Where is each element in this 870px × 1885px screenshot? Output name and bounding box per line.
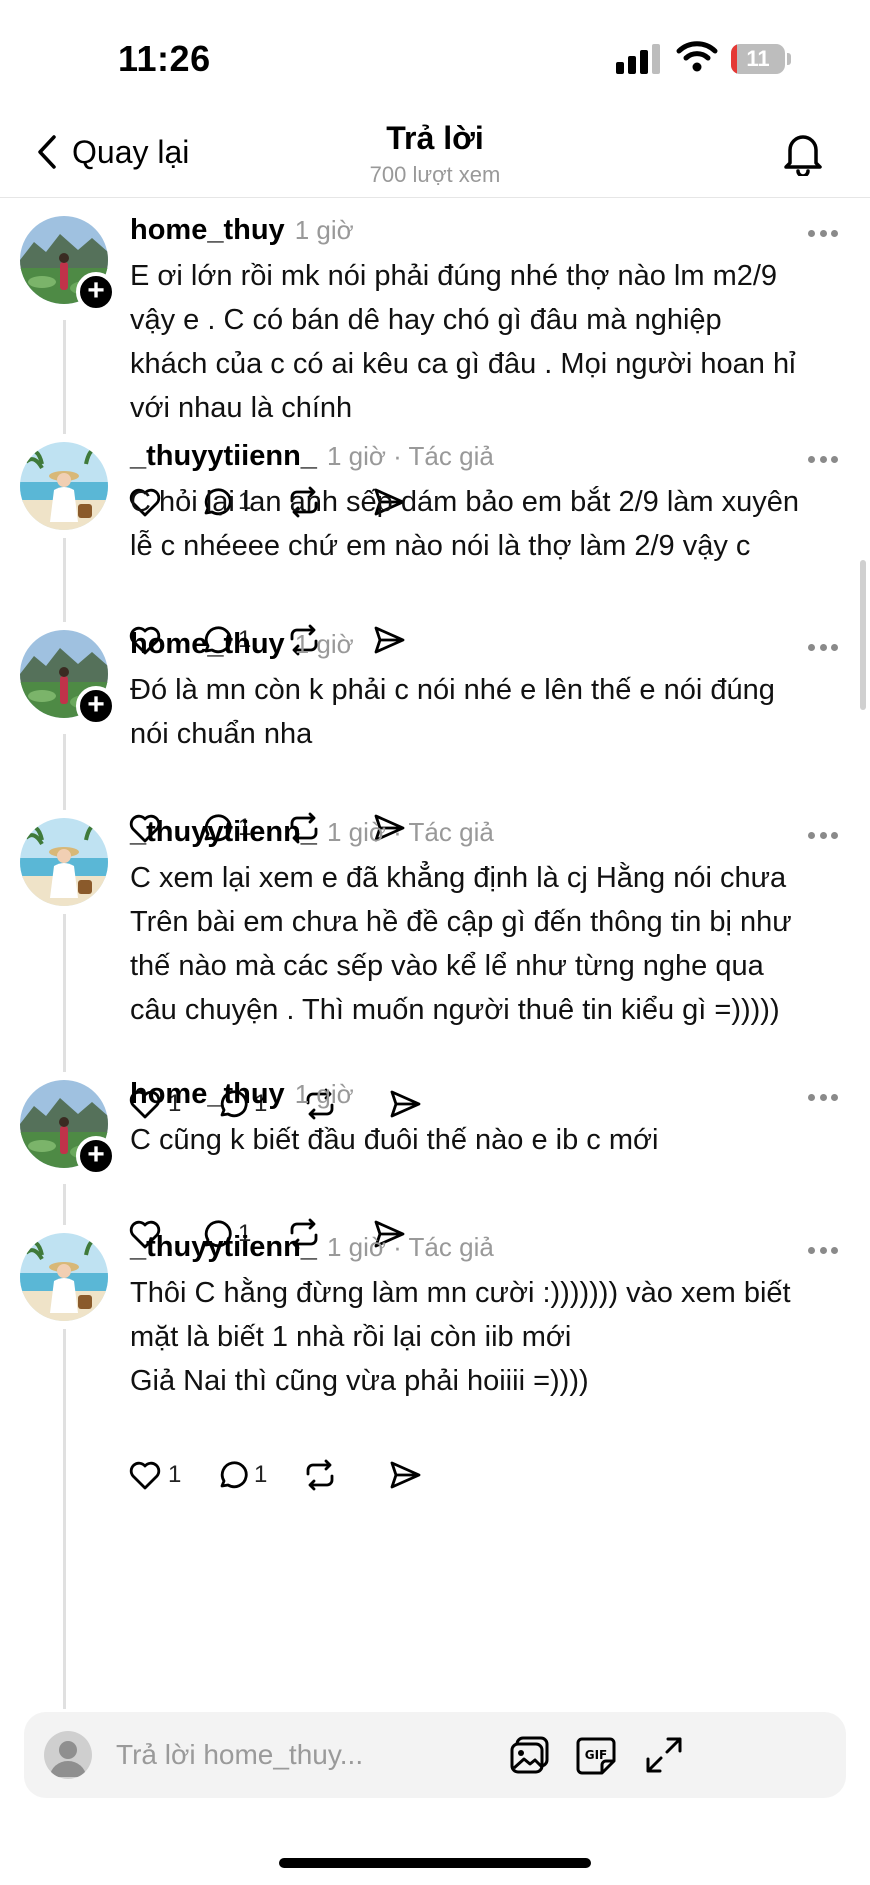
follow-plus-icon[interactable]: + <box>76 686 116 726</box>
cellular-signal-icon <box>616 44 662 74</box>
reply-composer: GIF <box>24 1712 846 1798</box>
svg-text:GIF: GIF <box>585 1748 608 1762</box>
post-actions: 11 <box>128 1455 448 1495</box>
post-header: home_thuy 1 giờ <box>130 628 354 661</box>
more-horizontal-icon[interactable] <box>808 1094 838 1104</box>
share-button[interactable] <box>388 1087 448 1121</box>
post-text-line: C xem lại xem e đã khẳng định là cj Hằng… <box>130 862 787 894</box>
avatar[interactable]: + <box>20 630 116 726</box>
post-text-line: Giả Nai thì cũng vừa phải hoiiii =)))) <box>130 1365 589 1397</box>
post-text-line: Đó là mn còn k phải c nói nhé e lên thế … <box>130 674 775 706</box>
scrollbar[interactable] <box>860 560 866 710</box>
gif-icon[interactable]: GIF <box>574 1733 618 1777</box>
post-text: C xem lại xem e đã khẳng định là cj Hằng… <box>130 856 842 1032</box>
post-text-line: vậy e . C có bán dê hay chó gì đâu mà ng… <box>130 304 722 336</box>
battery-icon: 11 <box>731 44 791 74</box>
more-horizontal-icon[interactable] <box>808 832 838 842</box>
like-count: 1 <box>168 1461 182 1488</box>
post-text-line: C cũng k biết đầu đuôi thế nào e ib c mớ… <box>130 1124 659 1156</box>
thread-connector <box>63 538 66 622</box>
username[interactable]: home_thuy <box>130 628 285 661</box>
avatar-image <box>20 1233 108 1321</box>
share-button[interactable] <box>372 623 432 657</box>
avatar[interactable] <box>20 442 108 530</box>
thread-connector <box>63 1184 66 1225</box>
avatar-image <box>20 442 108 530</box>
follow-plus-icon[interactable]: + <box>76 1136 116 1176</box>
nav-header: Quay lại Trả lời 700 lượt xem <box>0 110 870 198</box>
post-meta: 1 giờ <box>294 215 354 245</box>
reply-count: 1 <box>254 1461 268 1488</box>
follow-plus-icon[interactable]: + <box>76 272 116 312</box>
post-text-line: với nhau là chính <box>130 392 353 424</box>
post-text-line: mặt là biết 1 nhà rồi lại còn iib mới <box>130 1321 572 1353</box>
post-text: E ơi lớn rồi mk nói phải đúng nhé thợ nà… <box>130 254 842 430</box>
post-text-line: câu chuyện . Thì muốn người thuê tin kiể… <box>130 994 780 1026</box>
post-text-line: khách của c có ai kêu ca gì đâu . Mọi ng… <box>130 348 796 380</box>
share-button[interactable] <box>388 1458 448 1492</box>
post-meta: 1 giờ · Tác giả <box>326 441 494 471</box>
post-text-line: lễ c nhéeee chứ em nào nói là thợ làm 2/… <box>130 530 751 562</box>
post-header: home_thuy 1 giờ <box>130 1078 354 1111</box>
view-count: 700 lượt xem <box>369 162 501 187</box>
username[interactable]: _thuyytiienn_ <box>130 1231 317 1264</box>
send-icon <box>388 1458 422 1492</box>
post-meta: 1 giờ <box>294 629 354 659</box>
avatar[interactable] <box>20 1233 108 1321</box>
post-text-line: Thôi C hằng đừng làm mn cười :))))))) và… <box>130 1277 791 1309</box>
post-text: C cũng k biết đầu đuôi thế nào e ib c mớ… <box>130 1118 842 1162</box>
post-text-line: E ơi lớn rồi mk nói phải đúng nhé thợ nà… <box>130 260 778 292</box>
username[interactable]: _thuyytiienn_ <box>130 816 317 849</box>
thread-connector <box>63 320 66 434</box>
expand-icon[interactable] <box>642 1733 686 1777</box>
post-header: _thuyytiienn_ 1 giờ · Tác giả <box>130 440 494 473</box>
send-icon <box>372 623 406 657</box>
reply-thread: + home_thuy 1 giờ E ơi lớn rồi mk nói phải … <box>0 199 870 1709</box>
post-text: Thôi C hằng đừng làm mn cười :))))))) và… <box>130 1271 842 1403</box>
comment-icon <box>214 1458 248 1492</box>
send-icon <box>388 1087 422 1121</box>
post-text-line: nói chuẩn nha <box>130 718 313 750</box>
more-horizontal-icon[interactable] <box>808 230 838 240</box>
page-title: Trả lời <box>386 120 484 156</box>
more-horizontal-icon[interactable] <box>808 456 838 466</box>
reply-button[interactable]: 1 <box>214 1458 302 1492</box>
thread-connector <box>63 734 66 810</box>
home-indicator <box>279 1858 591 1868</box>
post-meta: 1 giờ <box>294 1079 354 1109</box>
repost-button[interactable] <box>302 1458 388 1492</box>
status-bar: 11:26 11 <box>0 0 870 110</box>
post-text-line: thế nào mà các sếp vào kể lể như từng ng… <box>130 950 764 982</box>
bell-icon[interactable] <box>780 130 826 176</box>
avatar[interactable]: + <box>20 1080 116 1176</box>
like-button[interactable]: 1 <box>128 1458 214 1492</box>
battery-percent: 11 <box>746 46 770 71</box>
post-text: C hỏi lại lan anh sếp dám bảo em bắt 2/9… <box>130 480 842 568</box>
post-text: Đó là mn còn k phải c nói nhé e lên thế … <box>130 668 842 756</box>
post-text-line: C hỏi lại lan anh sếp dám bảo em bắt 2/9… <box>130 486 800 518</box>
avatar[interactable] <box>20 818 108 906</box>
thread-connector <box>63 1329 66 1709</box>
username[interactable]: _thuyytiienn_ <box>130 440 317 473</box>
avatar[interactable]: + <box>20 216 116 312</box>
repost-icon <box>302 1458 338 1492</box>
post-meta: 1 giờ · Tác giả <box>326 1232 494 1262</box>
user-avatar-icon <box>44 1731 92 1779</box>
avatar-image <box>20 818 108 906</box>
post-header: home_thuy 1 giờ <box>130 214 354 247</box>
more-horizontal-icon[interactable] <box>808 644 838 654</box>
thread-connector <box>63 914 66 1072</box>
username[interactable]: home_thuy <box>130 1078 285 1111</box>
status-time: 11:26 <box>118 38 211 79</box>
post-header: _thuyytiienn_ 1 giờ · Tác giả <box>130 1231 494 1264</box>
post-text-line: Trên bài em chưa hề đề cập gì đến thông … <box>130 906 792 938</box>
username[interactable]: home_thuy <box>130 214 285 247</box>
post-meta: 1 giờ · Tác giả <box>326 817 494 847</box>
wifi-icon <box>676 41 718 72</box>
heart-icon <box>128 1458 162 1492</box>
more-horizontal-icon[interactable] <box>808 1247 838 1257</box>
post-header: _thuyytiienn_ 1 giờ · Tác giả <box>130 816 494 849</box>
image-icon[interactable] <box>508 1733 552 1777</box>
